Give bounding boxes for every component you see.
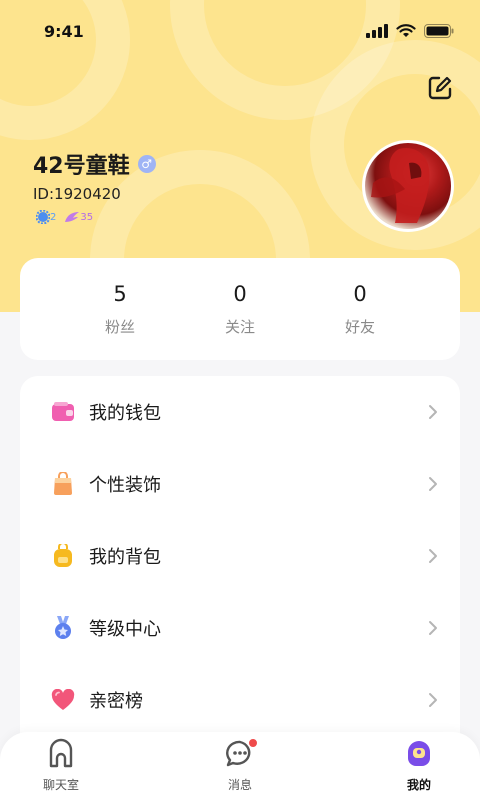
message-notification-dot bbox=[248, 738, 258, 748]
menu-label-wallet: 我的钱包 bbox=[89, 403, 161, 424]
edit-profile-button[interactable] bbox=[424, 72, 456, 104]
edit-icon bbox=[428, 76, 452, 100]
nav-label-messages: 消息 bbox=[227, 778, 252, 792]
gear-badge-icon bbox=[36, 210, 50, 224]
stat-friends-value: 0 bbox=[353, 281, 367, 306]
medal-icon bbox=[50, 615, 76, 641]
nav-label-chatroom: 聊天室 bbox=[42, 778, 79, 792]
nav-chatroom[interactable]: 聊天室 bbox=[21, 738, 101, 798]
backpack-icon bbox=[50, 543, 76, 569]
menu-item-intimacy[interactable]: 亲密榜 bbox=[20, 664, 460, 736]
menu-item-backpack[interactable]: 我的背包 bbox=[20, 520, 460, 592]
stat-fans-label: 粉丝 bbox=[104, 317, 135, 336]
stat-fans-value: 5 bbox=[113, 281, 127, 306]
user-id: ID:1920420 bbox=[33, 185, 121, 203]
chevron-right-icon bbox=[429, 693, 437, 707]
me-icon bbox=[403, 738, 435, 770]
chevron-right-icon bbox=[429, 405, 437, 419]
wing-badge: 35 bbox=[64, 211, 93, 223]
wifi-icon bbox=[396, 24, 416, 37]
avatar-image bbox=[371, 147, 430, 223]
menu-label-backpack: 我的背包 bbox=[89, 547, 161, 568]
message-icon bbox=[224, 738, 258, 770]
nav-me[interactable]: 我的 bbox=[379, 738, 459, 798]
chatroom-icon bbox=[45, 738, 77, 770]
avatar[interactable] bbox=[362, 140, 454, 232]
wallet-icon bbox=[50, 399, 76, 425]
level-badge: 2 bbox=[36, 210, 56, 224]
nav-label-me: 我的 bbox=[406, 778, 431, 792]
level-badge-value: 2 bbox=[50, 211, 57, 223]
wing-badge-value: 35 bbox=[80, 211, 94, 223]
heart-icon bbox=[50, 687, 76, 713]
stat-fans[interactable]: 5 粉丝 bbox=[75, 282, 165, 337]
menu-label-level-center: 等级中心 bbox=[89, 619, 161, 640]
bottom-nav: 聊天室 消息 我的 bbox=[0, 732, 480, 800]
stat-friends-label: 好友 bbox=[344, 317, 375, 336]
wing-icon bbox=[65, 212, 80, 222]
battery-icon bbox=[424, 24, 454, 38]
menu-item-wallet[interactable]: 我的钱包 bbox=[20, 376, 460, 448]
menu-item-decoration[interactable]: 个性装饰 bbox=[20, 448, 460, 520]
stat-following-label: 关注 bbox=[224, 317, 255, 336]
chevron-right-icon bbox=[429, 549, 437, 563]
status-time: 9:41 bbox=[44, 21, 84, 41]
username-text: 42号童鞋 bbox=[33, 154, 130, 179]
stat-friends[interactable]: 0 好友 bbox=[315, 282, 405, 337]
signal-icon bbox=[366, 24, 388, 38]
username: 42号童鞋 ♂ bbox=[33, 148, 156, 180]
male-gender-icon: ♂ bbox=[137, 155, 156, 173]
shopping-bag-icon bbox=[50, 471, 76, 497]
chevron-right-icon bbox=[429, 477, 437, 491]
menu-item-level-center[interactable]: 等级中心 bbox=[20, 592, 460, 664]
menu-label-decoration: 个性装饰 bbox=[89, 475, 161, 496]
status-icons bbox=[366, 24, 454, 38]
menu-label-intimacy: 亲密榜 bbox=[89, 691, 143, 712]
user-badges: 2 35 bbox=[36, 210, 93, 224]
stat-following-value: 0 bbox=[233, 281, 247, 306]
nav-messages[interactable]: 消息 bbox=[200, 738, 280, 798]
stat-following[interactable]: 0 关注 bbox=[195, 282, 285, 337]
stats-card: 5 粉丝 0 关注 0 好友 bbox=[20, 258, 460, 360]
status-bar: 9:41 bbox=[0, 0, 480, 62]
chevron-right-icon bbox=[429, 621, 437, 635]
